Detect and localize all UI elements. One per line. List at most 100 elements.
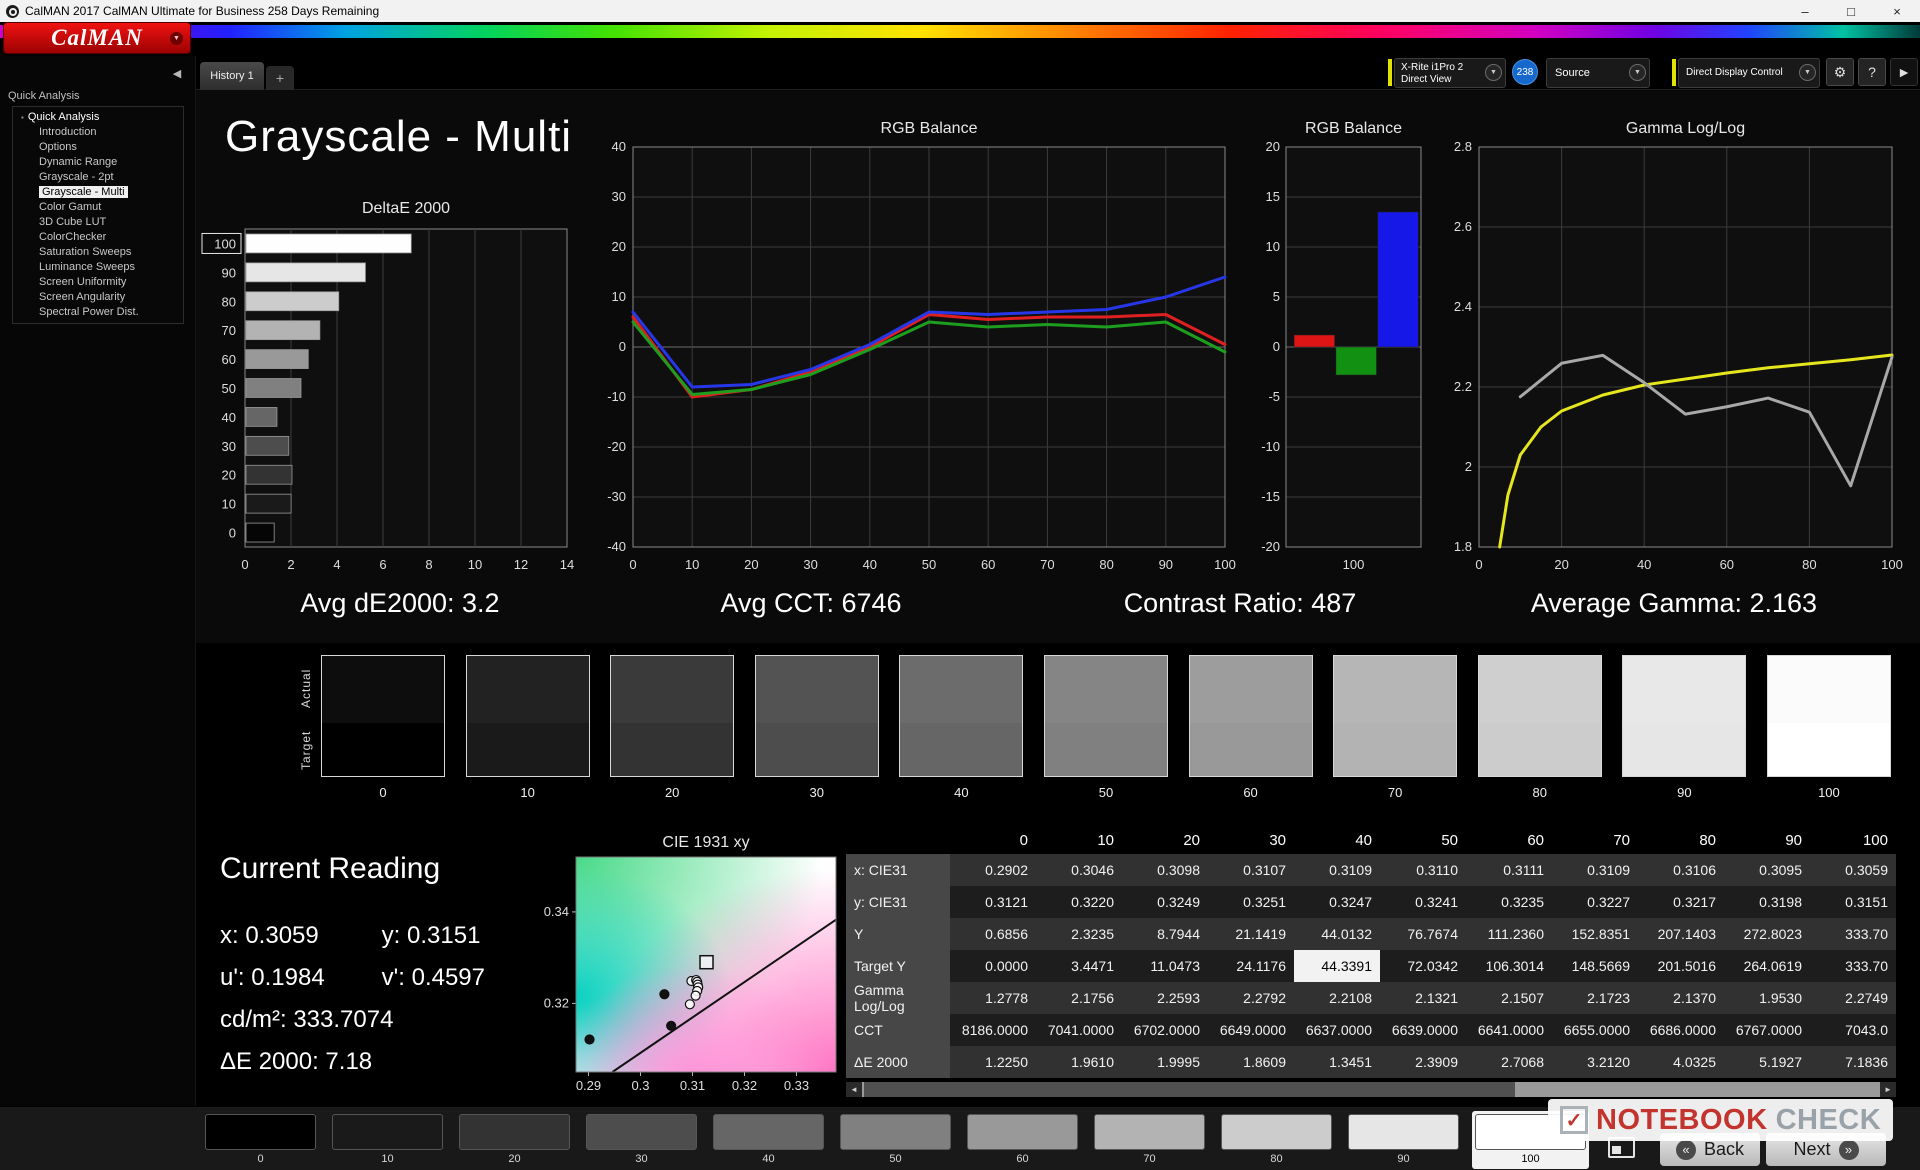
add-tab-button[interactable]: + (266, 66, 294, 90)
level-button-50[interactable]: 50 (837, 1111, 954, 1169)
sidebar-item-spectral-power-dist[interactable]: Spectral Power Dist. (13, 305, 183, 320)
table-cell[interactable]: 272.8023 (1724, 918, 1810, 950)
sidebar-item-screen-uniformity[interactable]: Screen Uniformity (13, 275, 183, 290)
sidebar-item-label[interactable]: Grayscale - Multi (39, 186, 128, 198)
table-cell[interactable]: 6637.0000 (1294, 1014, 1380, 1046)
source-dropdown[interactable]: Source ▼ (1546, 58, 1650, 88)
table-cell[interactable]: 7.1836 (1810, 1046, 1896, 1078)
table-cell[interactable]: 2.3235 (1036, 918, 1122, 950)
table-cell[interactable]: 0.3235 (1466, 886, 1552, 918)
col-header-100[interactable]: 100 (1810, 826, 1896, 854)
table-cell[interactable]: 0.3227 (1552, 886, 1638, 918)
sidebar-item-label[interactable]: ColorChecker (39, 231, 106, 243)
sidebar-item-dynamic-range[interactable]: Dynamic Range (13, 155, 183, 170)
help-icon[interactable]: ? (1858, 58, 1886, 86)
table-cell[interactable]: 44.0132 (1294, 918, 1380, 950)
chevron-down-icon[interactable]: ▼ (1629, 64, 1646, 81)
table-cell[interactable]: 3.4471 (1036, 950, 1122, 982)
gear-icon[interactable]: ⚙ (1826, 58, 1854, 86)
scrollbar-thumb[interactable] (864, 1082, 1515, 1097)
sidebar-item-label[interactable]: Screen Uniformity (39, 276, 126, 288)
table-cell[interactable]: 152.8351 (1552, 918, 1638, 950)
chevron-down-icon[interactable]: ▼ (1485, 64, 1502, 81)
table-cell[interactable]: 0.6856 (950, 918, 1036, 950)
row-label[interactable]: Target Y (846, 950, 950, 982)
table-cell[interactable]: 0.3217 (1638, 886, 1724, 918)
sidebar-item-label[interactable]: Grayscale - 2pt (39, 171, 114, 183)
table-cell[interactable]: 1.9530 (1724, 982, 1810, 1014)
table-cell[interactable]: 0.3251 (1208, 886, 1294, 918)
minimize-icon[interactable]: – (1782, 0, 1828, 22)
table-cell[interactable]: 6686.0000 (1638, 1014, 1724, 1046)
table-cell[interactable]: 0.0000 (950, 950, 1036, 982)
table-cell[interactable]: 6649.0000 (1208, 1014, 1294, 1046)
sidebar-item-options[interactable]: Options (13, 140, 183, 155)
table-cell[interactable]: 2.2108 (1294, 982, 1380, 1014)
table-cell[interactable]: 0.3121 (950, 886, 1036, 918)
sidebar-item-label[interactable]: Luminance Sweeps (39, 261, 135, 273)
chevron-down-icon[interactable]: ▼ (170, 32, 183, 45)
row-label[interactable]: Y (846, 918, 950, 950)
table-cell[interactable]: 148.5669 (1552, 950, 1638, 982)
sidebar-item-grayscale-multi[interactable]: Grayscale - Multi (13, 185, 183, 200)
sidebar-item-label[interactable]: Quick Analysis (28, 111, 100, 123)
table-cell[interactable]: 24.1176 (1208, 950, 1294, 982)
col-header-50[interactable]: 50 (1380, 826, 1466, 854)
sidebar-item-label[interactable]: Dynamic Range (39, 156, 117, 168)
table-cell[interactable]: 6641.0000 (1466, 1014, 1552, 1046)
table-cell[interactable]: 6655.0000 (1552, 1014, 1638, 1046)
table-cell[interactable]: 2.2593 (1122, 982, 1208, 1014)
level-button-90[interactable]: 90 (1345, 1111, 1462, 1169)
table-cell[interactable]: 5.1927 (1724, 1046, 1810, 1078)
col-header-60[interactable]: 60 (1466, 826, 1552, 854)
col-header-0[interactable]: 0 (950, 826, 1036, 854)
sidebar-item-3d-cube-lut[interactable]: 3D Cube LUT (13, 215, 183, 230)
table-cell[interactable]: 4.0325 (1638, 1046, 1724, 1078)
level-button-10[interactable]: 10 (329, 1111, 446, 1169)
scroll-right-icon[interactable]: ► (1880, 1082, 1896, 1097)
col-header-70[interactable]: 70 (1552, 826, 1638, 854)
table-cell[interactable]: 111.2360 (1466, 918, 1552, 950)
level-button-20[interactable]: 20 (456, 1111, 573, 1169)
sidebar-item-label[interactable]: Introduction (39, 126, 96, 138)
table-cell[interactable]: 0.3046 (1036, 854, 1122, 886)
maximize-icon[interactable]: □ (1828, 0, 1874, 22)
sidebar-item-saturation-sweeps[interactable]: Saturation Sweeps (13, 245, 183, 260)
table-cell[interactable]: 76.7674 (1380, 918, 1466, 950)
level-button-0[interactable]: 0 (202, 1111, 319, 1169)
table-cell[interactable]: 0.3095 (1724, 854, 1810, 886)
table-cell[interactable]: 0.2902 (950, 854, 1036, 886)
table-cell[interactable]: 2.1321 (1380, 982, 1466, 1014)
table-cell[interactable]: 21.1419 (1208, 918, 1294, 950)
table-cell[interactable]: 2.1507 (1466, 982, 1552, 1014)
row-label[interactable]: CCT (846, 1014, 950, 1046)
table-cell[interactable]: 7041.0000 (1036, 1014, 1122, 1046)
chevron-down-icon[interactable]: ▼ (1799, 64, 1816, 81)
table-cell[interactable]: 6639.0000 (1380, 1014, 1466, 1046)
table-cell[interactable]: 8186.0000 (950, 1014, 1036, 1046)
sidebar-item-luminance-sweeps[interactable]: Luminance Sweeps (13, 260, 183, 275)
table-cell[interactable]: 0.3241 (1380, 886, 1466, 918)
table-cell[interactable]: 7043.0 (1810, 1014, 1896, 1046)
table-cell[interactable]: 0.3109 (1294, 854, 1380, 886)
level-button-60[interactable]: 60 (964, 1111, 1081, 1169)
table-cell[interactable]: 2.1370 (1638, 982, 1724, 1014)
sidebar-item-label[interactable]: Options (39, 141, 77, 153)
col-header-40[interactable]: 40 (1294, 826, 1380, 854)
table-horizontal-scrollbar[interactable]: ◄ ► (846, 1082, 1896, 1097)
table-cell[interactable]: 333.70 (1810, 950, 1896, 982)
meter-dropdown[interactable]: X-Rite i1Pro 2 Direct View ▼ (1394, 58, 1506, 88)
table-cell[interactable]: 2.3909 (1380, 1046, 1466, 1078)
col-header-20[interactable]: 20 (1122, 826, 1208, 854)
table-cell[interactable]: 1.2250 (950, 1046, 1036, 1078)
table-cell[interactable]: 72.0342 (1380, 950, 1466, 982)
row-label[interactable]: ΔE 2000 (846, 1046, 950, 1078)
col-header-10[interactable]: 10 (1036, 826, 1122, 854)
table-cell[interactable]: 44.3391 (1294, 950, 1380, 982)
calman-logo[interactable]: CalMAN ▼ (4, 23, 190, 53)
table-cell[interactable]: 0.3220 (1036, 886, 1122, 918)
sidebar-item-color-gamut[interactable]: Color Gamut (13, 200, 183, 215)
tree-node-icon[interactable]: ▪ (21, 113, 24, 122)
sidebar-item-label[interactable]: Spectral Power Dist. (39, 306, 139, 318)
table-cell[interactable]: 0.3249 (1122, 886, 1208, 918)
